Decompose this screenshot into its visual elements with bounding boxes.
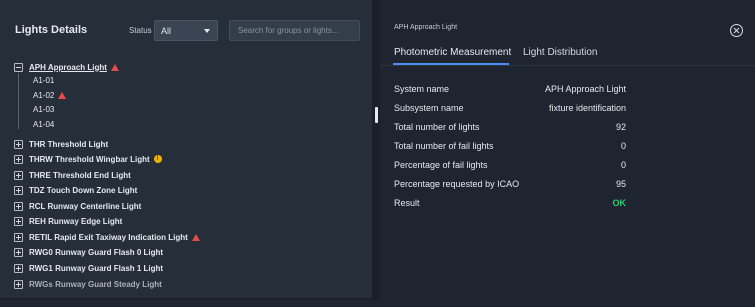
- tree-child-a1-03[interactable]: A1-03: [33, 105, 54, 114]
- detail-value: 92: [615, 122, 626, 132]
- tree-group-rwg0[interactable]: RWG0 Runway Guard Flash 0 Light: [14, 245, 163, 259]
- tree-group-label[interactable]: RCL Runway Centerline Light: [29, 202, 141, 211]
- tab-photometric-measurement[interactable]: Photometric Measurement: [394, 47, 511, 58]
- detail-value: 95: [615, 179, 626, 189]
- error-alert-icon: [58, 92, 67, 99]
- expand-icon[interactable]: [14, 263, 23, 273]
- tree-group-label[interactable]: REH Runway Edge Light: [29, 217, 122, 226]
- search-input[interactable]: [229, 20, 360, 41]
- expand-icon[interactable]: [14, 216, 23, 226]
- detail-row-subsystem-name: Subsystem name fixture identification: [394, 103, 626, 117]
- tree-child-label[interactable]: A1-03: [33, 105, 54, 114]
- error-alert-icon: [191, 233, 200, 241]
- tree-group-label[interactable]: RWG0 Runway Guard Flash 0 Light: [29, 248, 163, 257]
- tree-group-thrw[interactable]: THRW Threshold Wingbar Light !: [14, 152, 162, 166]
- detail-value: 0: [620, 160, 626, 170]
- expand-icon[interactable]: [14, 232, 23, 242]
- error-alert-icon: [110, 63, 119, 71]
- tree-group-label[interactable]: RWGs Runway Guard Steady Light: [29, 280, 162, 289]
- status-filter-select[interactable]: All: [154, 20, 218, 41]
- detail-row-icao-percentage: Percentage requested by ICAO 95: [394, 179, 626, 193]
- chevron-down-icon: [204, 29, 210, 33]
- tree-child-label[interactable]: A1-04: [33, 120, 54, 129]
- collapse-icon[interactable]: [14, 62, 23, 72]
- detail-value: APH Approach Light: [544, 84, 626, 94]
- tree-guide-line: [18, 73, 19, 129]
- detail-key: System name: [394, 84, 450, 94]
- details-panel: APH Approach Light Photometric Measureme…: [380, 0, 755, 300]
- tree-group-retil[interactable]: RETIL Rapid Exit Taxiway Indication Ligh…: [14, 230, 200, 244]
- expand-icon[interactable]: [14, 185, 23, 195]
- close-icon[interactable]: [730, 24, 743, 37]
- panel-title: Lights Details: [15, 24, 88, 36]
- detail-key: Percentage of fail lights: [394, 160, 488, 170]
- lights-details-panel: Lights Details Status All APH Approach L…: [0, 0, 372, 300]
- detail-row-system-name: System name APH Approach Light: [394, 84, 626, 98]
- detail-key: Subsystem name: [394, 103, 464, 113]
- result-status-badge: OK: [612, 198, 627, 208]
- expand-icon[interactable]: [14, 170, 23, 180]
- tree-group-reh[interactable]: REH Runway Edge Light: [14, 214, 122, 228]
- resize-handle[interactable]: [375, 107, 378, 123]
- detail-row-fail-percentage: Percentage of fail lights 0: [394, 160, 626, 174]
- warning-alert-icon: !: [153, 155, 162, 163]
- status-filter-value: All: [161, 26, 172, 36]
- detail-row-total-fail-lights: Total number of fail lights 0: [394, 141, 626, 155]
- detail-key: Percentage requested by ICAO: [394, 179, 520, 189]
- tree-group-label[interactable]: THRW Threshold Wingbar Light: [29, 155, 150, 164]
- tree-group-label[interactable]: THR Threshold Light: [29, 140, 108, 149]
- tab-light-distribution[interactable]: Light Distribution: [523, 47, 597, 58]
- tree-group-rcl[interactable]: RCL Runway Centerline Light: [14, 199, 141, 213]
- detail-key: Total number of fail lights: [394, 141, 494, 151]
- expand-icon[interactable]: [14, 201, 23, 211]
- tabs-divider: [380, 65, 755, 66]
- detail-key: Total number of lights: [394, 122, 480, 132]
- tree-child-a1-01[interactable]: A1-01: [33, 76, 54, 85]
- tree-group-thr[interactable]: THR Threshold Light: [14, 137, 108, 151]
- detail-row-total-lights: Total number of lights 92: [394, 122, 626, 136]
- details-panel-title: APH Approach Light: [394, 24, 458, 31]
- tree-group-rwg1[interactable]: RWG1 Runway Guard Flash 1 Light: [14, 261, 163, 275]
- tree-group-label[interactable]: APH Approach Light: [29, 63, 107, 72]
- detail-key: Result: [394, 198, 420, 208]
- detail-row-result: Result OK: [394, 198, 626, 212]
- tree-child-label[interactable]: A1-01: [33, 76, 54, 85]
- tree-child-a1-02[interactable]: A1-02: [33, 91, 67, 100]
- expand-icon[interactable]: [14, 279, 23, 289]
- tree-child-label[interactable]: A1-02: [33, 91, 54, 100]
- detail-value: fixture identification: [548, 103, 626, 113]
- tree-group-rwgs[interactable]: RWGs Runway Guard Steady Light: [14, 277, 162, 291]
- tree-group-label[interactable]: TDZ Touch Down Zone Light: [29, 186, 137, 195]
- tree-group-label[interactable]: RETIL Rapid Exit Taxiway Indication Ligh…: [29, 233, 188, 242]
- expand-icon[interactable]: [14, 154, 23, 164]
- expand-icon[interactable]: [14, 139, 23, 149]
- tree-group-label[interactable]: THRE Threshold End Light: [29, 171, 131, 180]
- status-filter-label: Status: [129, 26, 152, 35]
- tree-child-a1-04[interactable]: A1-04: [33, 120, 54, 129]
- tree-group-tdz[interactable]: TDZ Touch Down Zone Light: [14, 183, 137, 197]
- tree-group-label[interactable]: RWG1 Runway Guard Flash 1 Light: [29, 264, 163, 273]
- detail-value: 0: [620, 141, 626, 151]
- expand-icon[interactable]: [14, 247, 23, 257]
- tree-group-aph[interactable]: APH Approach Light: [14, 60, 119, 74]
- panel-divider: [372, 0, 380, 300]
- tree-group-thre[interactable]: THRE Threshold End Light: [14, 168, 131, 182]
